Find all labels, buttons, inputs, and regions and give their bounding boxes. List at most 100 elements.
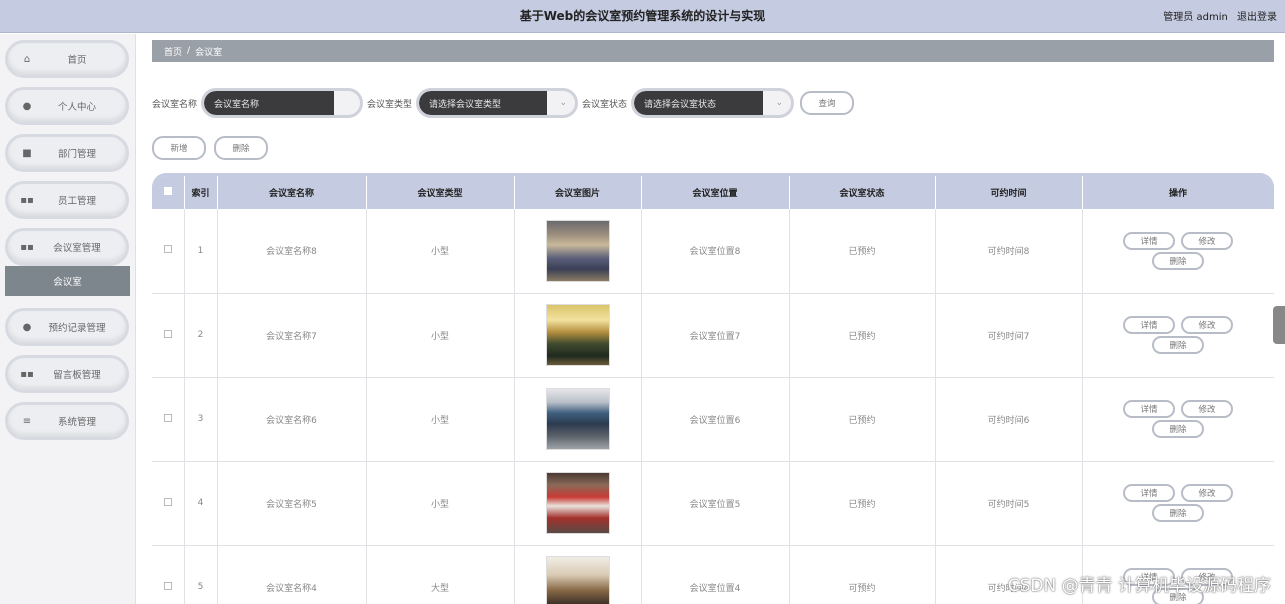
edit-button[interactable]: 修改 (1181, 400, 1233, 418)
room-name-cell: 会议室名称4 (217, 545, 367, 604)
table-row: 1 会议室名称8 小型 会议室位置8 已预约 可约时间8 详情 修改 删除 (152, 209, 1274, 294)
room-image[interactable] (545, 388, 610, 450)
row-checkbox[interactable] (163, 329, 172, 338)
top-bar: 基于Web的会议室预约管理系统的设计与实现 管理员 admin 退出登录 (0, 0, 1285, 33)
watermark-text: CSDN @青青 计算机毕设源码程序 (1007, 576, 1271, 596)
edit-button[interactable]: 修改 (1181, 231, 1233, 250)
sidebar-item-label: 预约记录管理 (48, 323, 106, 334)
column-header: 索引 (184, 176, 218, 209)
room-status-select[interactable]: 请选择会议室状态 ⌄ (631, 88, 795, 118)
logout-link[interactable]: 退出登录 (1237, 12, 1277, 23)
room-type-select[interactable]: 请选择会议室类型 ⌄ (416, 88, 579, 118)
room-status-cell: 已预约 (789, 209, 936, 294)
sidebar-item-department[interactable]: ■ 部门管理 (5, 134, 129, 172)
row-checkbox[interactable] (163, 413, 172, 422)
room-status-cell: 可预约 (789, 545, 936, 604)
available-time-cell: 可约时间7 (935, 293, 1083, 378)
room-status-cell: 已预约 (789, 377, 936, 462)
room-status-cell: 已预约 (789, 293, 936, 378)
operations-cell: 详情 修改 删除 (1082, 377, 1274, 462)
room-image[interactable] (545, 472, 610, 534)
operations-cell: 详情 修改 删除 (1082, 293, 1274, 378)
side-drawer-handle[interactable] (1273, 306, 1285, 344)
delete-button[interactable]: 删除 (1152, 504, 1204, 522)
sidebar-item-message-board[interactable]: ▪▪ 留言板管理 (5, 355, 129, 393)
row-checkbox[interactable] (163, 581, 172, 590)
row-select-cell (152, 461, 185, 546)
index-cell: 2 (184, 293, 218, 378)
sidebar-item-label: 系统管理 (57, 417, 96, 428)
index-cell: 4 (184, 461, 218, 546)
room-image[interactable] (545, 556, 610, 604)
room-type-placeholder: 请选择会议室类型 (419, 91, 548, 115)
room-type-cell: 小型 (366, 209, 515, 294)
room-image-cell (514, 293, 642, 378)
breadcrumb-home[interactable]: 首页 (164, 45, 182, 58)
room-image-cell (514, 209, 642, 294)
operations-cell: 详情 修改 删除 (1082, 461, 1274, 546)
select-all-checkbox[interactable] (163, 187, 172, 195)
delete-button[interactable]: 删除 (1152, 251, 1204, 270)
index-cell: 1 (184, 209, 218, 294)
query-button[interactable]: 查询 (800, 91, 855, 115)
room-location-cell: 会议室位置8 (641, 209, 790, 294)
detail-button[interactable]: 详情 (1123, 400, 1175, 418)
room-image-cell (514, 377, 642, 462)
sidebar-item-employee[interactable]: ▪▪ 员工管理 (5, 181, 129, 219)
sidebar-subitem-meeting-room[interactable]: 会议室 (5, 266, 130, 296)
grid-icon: ▪▪ (20, 368, 34, 380)
action-bar: 新增 删除 (152, 136, 268, 160)
room-type-label: 会议室类型 (367, 99, 413, 110)
detail-button[interactable]: 详情 (1123, 231, 1175, 250)
user-area: 管理员 admin 退出登录 (1157, 8, 1277, 23)
column-header: 会议室类型 (366, 176, 515, 209)
detail-button[interactable]: 详情 (1123, 316, 1175, 334)
room-location-cell: 会议室位置5 (641, 461, 790, 546)
row-select-cell (152, 209, 185, 294)
available-time-cell: 可约时间8 (935, 209, 1083, 294)
room-type-cell: 小型 (366, 377, 515, 462)
menu-icon: ≡ (22, 415, 32, 427)
sidebar-item-profile[interactable]: ● 个人中心 (5, 87, 129, 125)
sidebar-item-system[interactable]: ≡ 系统管理 (5, 402, 129, 440)
sidebar-item-reservation[interactable]: ● 预约记录管理 (5, 308, 129, 346)
column-header: 会议室名称 (217, 176, 367, 209)
sidebar-item-label: 部门管理 (57, 149, 96, 160)
grid-icon: ▪▪ (20, 194, 34, 206)
grid-icon: ▪▪ (20, 241, 34, 253)
room-image[interactable] (545, 219, 610, 282)
delete-button[interactable]: 删除 (1152, 420, 1204, 438)
room-location-cell: 会议室位置4 (641, 545, 790, 604)
available-time-cell: 可约时间5 (935, 461, 1083, 546)
column-header: 会议室图片 (514, 176, 642, 209)
detail-button[interactable]: 详情 (1123, 484, 1175, 502)
search-bar: 会议室名称 会议室名称 会议室类型 请选择会议室类型 ⌄ 会议室状态 请选择会议… (152, 88, 855, 118)
room-type-cell: 小型 (366, 293, 515, 378)
column-header: 会议室位置 (641, 176, 790, 209)
user-role: 管理员 admin (1163, 12, 1228, 23)
delete-button[interactable]: 删除 (1152, 336, 1204, 354)
sidebar-item-meeting-room[interactable]: ▪▪ 会议室管理 (5, 228, 129, 266)
app-title: 基于Web的会议室预约管理系统的设计与实现 (519, 9, 766, 23)
room-type-cell: 大型 (366, 545, 515, 604)
sidebar-item-label: 会议室管理 (53, 243, 101, 254)
select-all-header[interactable] (152, 176, 185, 209)
operations-cell: 详情 修改 删除 (1082, 209, 1274, 294)
room-name-cell: 会议室名称7 (217, 293, 367, 378)
row-checkbox[interactable] (163, 245, 172, 254)
row-checkbox[interactable] (163, 497, 172, 506)
table-header-row: 索引 会议室名称 会议室类型 会议室图片 会议室位置 会议室状态 可约时间 操作 (152, 176, 1274, 209)
sidebar-item-home[interactable]: ⌂ 首页 (5, 40, 129, 78)
table-row: 3 会议室名称6 小型 会议室位置6 已预约 可约时间6 详情 修改 删除 (152, 377, 1274, 462)
batch-delete-button[interactable]: 删除 (214, 136, 268, 160)
chevron-down-icon: ⌄ (559, 98, 568, 108)
room-name-cell: 会议室名称6 (217, 377, 367, 462)
edit-button[interactable]: 修改 (1181, 484, 1233, 502)
edit-button[interactable]: 修改 (1181, 316, 1233, 334)
room-table: 索引 会议室名称 会议室类型 会议室图片 会议室位置 会议室状态 可约时间 操作… (152, 173, 1274, 604)
row-select-cell (152, 293, 185, 378)
chevron-down-icon: ⌄ (775, 98, 784, 108)
room-image[interactable] (545, 304, 610, 366)
room-name-input[interactable]: 会议室名称 (201, 88, 364, 118)
add-button[interactable]: 新增 (152, 136, 206, 160)
